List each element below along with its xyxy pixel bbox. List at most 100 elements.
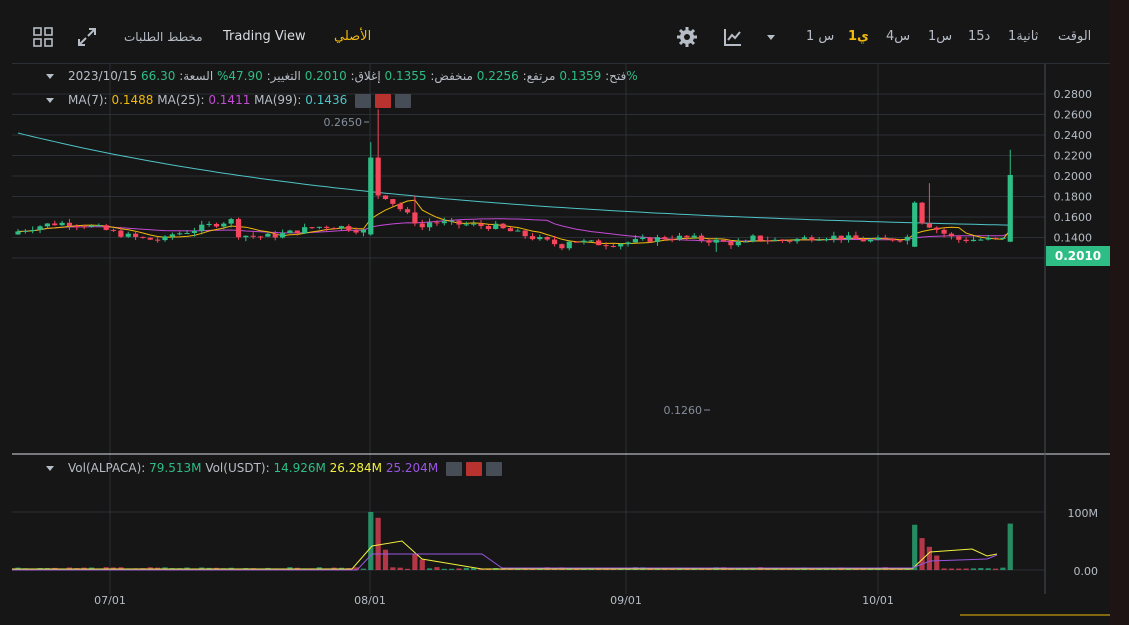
volume-bar [382,549,389,570]
candle-body [360,229,367,233]
candle-body [823,239,830,241]
candle-body [485,226,491,229]
candle-body [162,236,168,241]
indicators-icon[interactable] [722,26,744,48]
candle-body [133,233,139,237]
candle-body [368,157,374,235]
tab-1h[interactable]: 1س [928,28,952,46]
candle-body [309,227,315,229]
candle-body [316,226,322,228]
price-tick-label: 0.1600 [1054,211,1093,224]
tab-1w[interactable]: 1 س [806,28,834,46]
eye-icon[interactable] [355,93,372,108]
volume-bar [404,568,411,570]
gear-icon[interactable] [375,93,392,108]
volume-bar [427,568,433,570]
candle-body [500,223,506,229]
candle-body [463,224,469,226]
candle-body [919,202,925,224]
eye-icon[interactable] [446,461,462,476]
time-axis: 07/01 08/01 09/01 10/01 [94,594,894,607]
price-tick-label: 0.2000 [1054,170,1093,183]
candle-body [853,235,859,239]
candle-body [59,222,65,226]
tab-1s[interactable]: 1ثانية [1008,28,1038,46]
collapse-caret-icon[interactable] [46,98,54,103]
candle-body [404,209,411,213]
candle-body [875,237,881,240]
candle-body [243,235,249,238]
candle-body [382,195,389,200]
candle-body [265,233,271,237]
candle-body [544,237,550,240]
vol-info-line: Vol(ALPACA): 79.513M Vol(USDT): 14.926M … [46,460,502,476]
ohlc-info-line: 2023/10/15 فتح: 0.1359 مرتفع: 0.2256 منخ… [46,68,638,84]
candle-body [757,235,763,241]
candle-body [250,235,256,237]
candle-body [890,238,896,241]
candle-body [904,236,910,241]
volume-bar [463,567,469,570]
candle-body [52,223,58,226]
collapse-caret-icon[interactable] [46,466,54,471]
candle-body [294,230,300,234]
volume-bar [956,568,962,570]
candle-body [809,237,815,241]
tab-4h[interactable]: 4س [886,28,910,46]
candle-body [22,230,28,232]
fullscreen-icon[interactable] [76,26,98,48]
view-tradingview-tab[interactable]: Trading View [223,28,306,46]
candle-body [574,241,580,243]
candle-body [537,237,543,240]
candle-body [302,227,308,234]
candle-body [493,223,499,229]
price-chart[interactable]: 0.2800 0.2600 0.2400 0.2200 0.2000 0.1800 0.16… [12,64,1110,625]
candle-body [155,239,161,241]
vol-tick-100m: 100M [1068,507,1099,520]
candle-body [81,226,87,228]
tab-time[interactable]: الوقت [1058,28,1091,46]
close-icon[interactable] [395,93,412,108]
last-price-tag: 0.2010 [1046,246,1110,266]
dropdown-icon[interactable] [764,30,778,44]
tab-15m[interactable]: 15د [968,28,990,46]
candle-body [471,223,477,225]
candle-body [721,239,727,242]
grid-layout-icon[interactable] [32,26,54,48]
gear-icon[interactable] [466,461,482,476]
candle-body [610,245,616,247]
min-price-label: 0.1260 [664,404,703,417]
vol-alpaca-value: 79.513M [149,461,202,475]
candle-body [713,239,719,243]
candle-body [449,220,455,222]
candle-body [978,239,984,241]
candle-body [581,240,587,243]
settings-icon[interactable] [676,26,698,48]
change-value: 47.90% [216,69,263,83]
ma99-polyline [17,132,1011,226]
volume-bar [934,555,940,570]
close-icon[interactable] [486,461,502,476]
candle-body [177,233,183,235]
vol-ma1-value: 26.284M [329,461,382,475]
collapse-caret-icon[interactable] [46,74,54,79]
ma25-value: 0.1411 [208,93,251,107]
candle-body [125,233,131,237]
high-value: 0.2256 [476,69,519,83]
price-tick-label: 0.2600 [1054,109,1093,122]
candle-body [868,239,874,242]
low-value: 0.1355 [384,69,427,83]
volume-bar [941,568,947,570]
volume-bar [912,524,918,570]
volume-bar [948,568,955,570]
candle-body [684,235,690,238]
candle-body [970,239,977,242]
candle-body [96,225,102,227]
tab-1d[interactable]: 1ي [848,28,869,46]
price-tick-label: 0.1800 [1054,191,1093,204]
candle-body [324,226,330,228]
price-tick-label: 0.2400 [1054,129,1093,142]
price-tick-label: 0.2800 [1054,88,1093,101]
view-depth-tab[interactable]: مخطط الطلبات [124,28,203,46]
view-original-tab[interactable]: الأصلي [334,28,371,46]
